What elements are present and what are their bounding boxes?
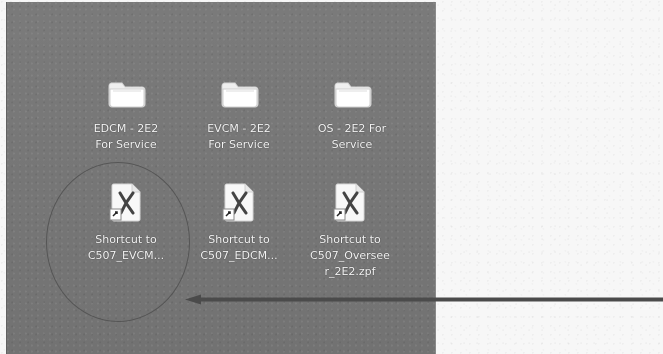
folder-os-2e2-for-service[interactable]: OS - 2E2 For Service <box>297 77 407 169</box>
label-line: Shortcut to <box>319 233 381 246</box>
label-line: r_2E2.zpf <box>324 265 376 278</box>
label-line: EVCM - 2E2 <box>207 122 271 135</box>
shortcut-label: Shortcut to C507_EDCM... <box>184 232 294 264</box>
folder-icon <box>108 82 146 108</box>
folder-edcm-2e2-for-service[interactable]: EDCM - 2E2 For Service <box>71 77 181 169</box>
label-line: For Service <box>95 138 157 151</box>
label-line: Service <box>331 138 373 151</box>
label-line: C507_Oversee <box>310 249 390 262</box>
label-line: OS - 2E2 For <box>317 122 387 135</box>
folder-label: EDCM - 2E2 For Service <box>71 121 181 153</box>
folder-icon <box>221 82 259 108</box>
annotation-circle <box>46 162 190 322</box>
desktop-window: EDCM - 2E2 For Service EVCM - 2E2 For Se… <box>6 2 436 354</box>
shortcut-c507-overseer-2e2-zpf[interactable]: Shortcut to C507_Oversee r_2E2.zpf <box>295 182 405 278</box>
folder-label: EVCM - 2E2 For Service <box>184 121 294 153</box>
label-line: Shortcut to <box>208 233 270 246</box>
folder-icon <box>334 82 372 108</box>
label-line: For Service <box>208 138 270 151</box>
folder-evcm-2e2-for-service[interactable]: EVCM - 2E2 For Service <box>184 77 294 169</box>
label-line: EDCM - 2E2 <box>93 122 159 135</box>
shortcut-c507-edcm[interactable]: Shortcut to C507_EDCM... <box>184 182 294 274</box>
shortcut-file-icon <box>333 183 365 222</box>
shortcut-label: Shortcut to C507_Oversee r_2E2.zpf <box>295 232 405 280</box>
label-line: C507_EDCM... <box>200 249 278 262</box>
folder-label: OS - 2E2 For Service <box>297 121 407 153</box>
shortcut-file-icon <box>222 183 254 222</box>
